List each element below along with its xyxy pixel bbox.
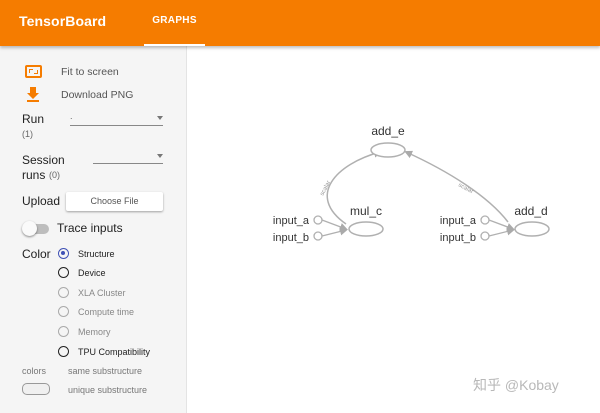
upload-label: Upload [22,194,61,208]
radio-device[interactable] [58,267,69,278]
edge-mul-input-b [321,227,348,237]
input-node-add-b[interactable] [480,231,490,241]
node-mul-c[interactable] [348,221,384,237]
sidebar: Fit to screen Download PNG Run (1) . Ses… [0,46,187,413]
run-count: (1) [22,129,33,139]
watermark: 知乎 @Kobay [473,377,559,393]
legend-colors-label: colors [22,366,47,376]
session-runs-count: (0) [49,170,60,180]
trace-inputs-toggle-knob[interactable] [22,221,37,236]
node-mul-c-label: mul_c [350,204,382,218]
session-runs-label-line1: Session [22,153,65,167]
input-label-add-a: input_a [440,215,477,227]
node-add-d-label: add_d [514,204,547,218]
radio-memory[interactable] [58,326,69,337]
node-add-e-label: add_e [371,124,405,138]
download-icon [27,87,39,102]
legend-unique-substructure-label: unique substructure [68,385,148,395]
download-png-label: Download PNG [61,89,134,101]
radio-tpu-compatibility-label: TPU Compatibility [78,347,151,357]
trace-inputs-label: Trace inputs [57,221,123,235]
radio-memory-label: Memory [78,327,111,337]
graph-canvas[interactable]: scalar scalar add_e input_a input_b mul_… [188,46,600,413]
tab-graphs-label: GRAPHS [152,15,197,26]
session-runs-label-line2: runs [22,168,46,182]
edge-add-input-b [488,227,515,237]
edge-label-right: scalar [457,182,474,195]
radio-structure-label: Structure [78,249,115,259]
top-app-bar: TensorBoard GRAPHS [0,0,600,46]
input-label-mul-a: input_a [273,215,310,227]
run-select-value: . [70,111,73,121]
graph-svg[interactable]: scalar scalar add_e input_a input_b mul_… [188,46,600,413]
run-label: Run [22,112,45,126]
tab-graphs[interactable]: GRAPHS [144,0,205,46]
input-node-mul-a[interactable] [313,215,323,225]
chevron-down-icon [157,116,163,120]
active-tab-indicator [144,44,205,46]
app-title: TensorBoard [19,13,107,29]
color-label: Color [22,247,51,261]
edge-label-left: scalar [319,180,332,197]
radio-structure[interactable] [58,248,69,259]
run-select[interactable]: . [70,111,163,126]
input-label-add-b: input_b [440,232,476,244]
radio-xla-cluster-label: XLA Cluster [78,288,126,298]
fit-screen-icon [25,65,42,78]
choose-file-button[interactable]: Choose File [66,192,163,211]
input-node-mul-b[interactable] [313,231,323,241]
radio-device-label: Device [78,268,106,278]
unique-substructure-swatch [22,383,50,395]
chevron-down-icon [157,154,163,158]
radio-xla-cluster[interactable] [58,287,69,298]
session-runs-select[interactable] [93,152,163,164]
legend-same-substructure-label: same substructure [68,366,143,376]
radio-compute-time[interactable] [58,306,69,317]
radio-tpu-compatibility[interactable] [58,346,69,357]
fit-to-screen-label: Fit to screen [61,66,119,78]
node-add-d[interactable] [514,221,550,237]
input-label-mul-b: input_b [273,232,309,244]
input-node-add-a[interactable] [480,215,490,225]
radio-compute-time-label: Compute time [78,307,135,317]
edge-add-input-a [488,219,515,231]
node-add-e[interactable] [370,142,406,158]
